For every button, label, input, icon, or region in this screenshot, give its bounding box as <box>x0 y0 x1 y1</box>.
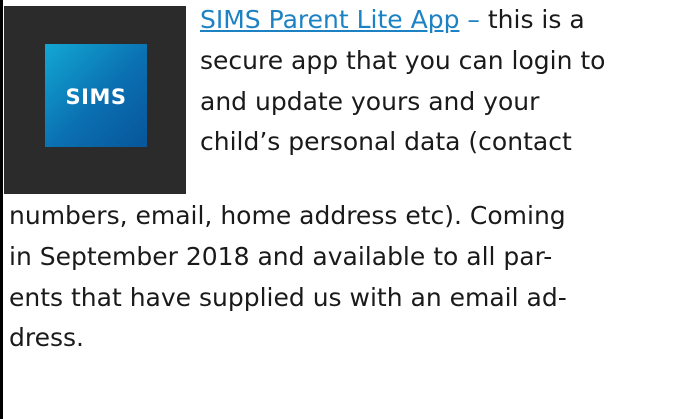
dash: – <box>467 5 480 34</box>
paragraph-line-6: in September 2018 and available to all p… <box>9 241 553 271</box>
line1-rest: this is a <box>487 5 585 34</box>
sims-parent-lite-app-link[interactable]: SIMS Parent Lite App <box>200 5 459 34</box>
paragraph-line-7: ents that have supplied us with an email… <box>9 282 567 312</box>
paragraph-line-8: dress. <box>9 323 84 353</box>
paragraph-line-5: numbers, email, home address etc). Comin… <box>9 201 566 230</box>
left-border <box>0 0 3 419</box>
app-description-paragraph: SIMS Parent Lite App – this is a secure … <box>9 0 685 359</box>
icon-float-spacer <box>9 0 200 196</box>
